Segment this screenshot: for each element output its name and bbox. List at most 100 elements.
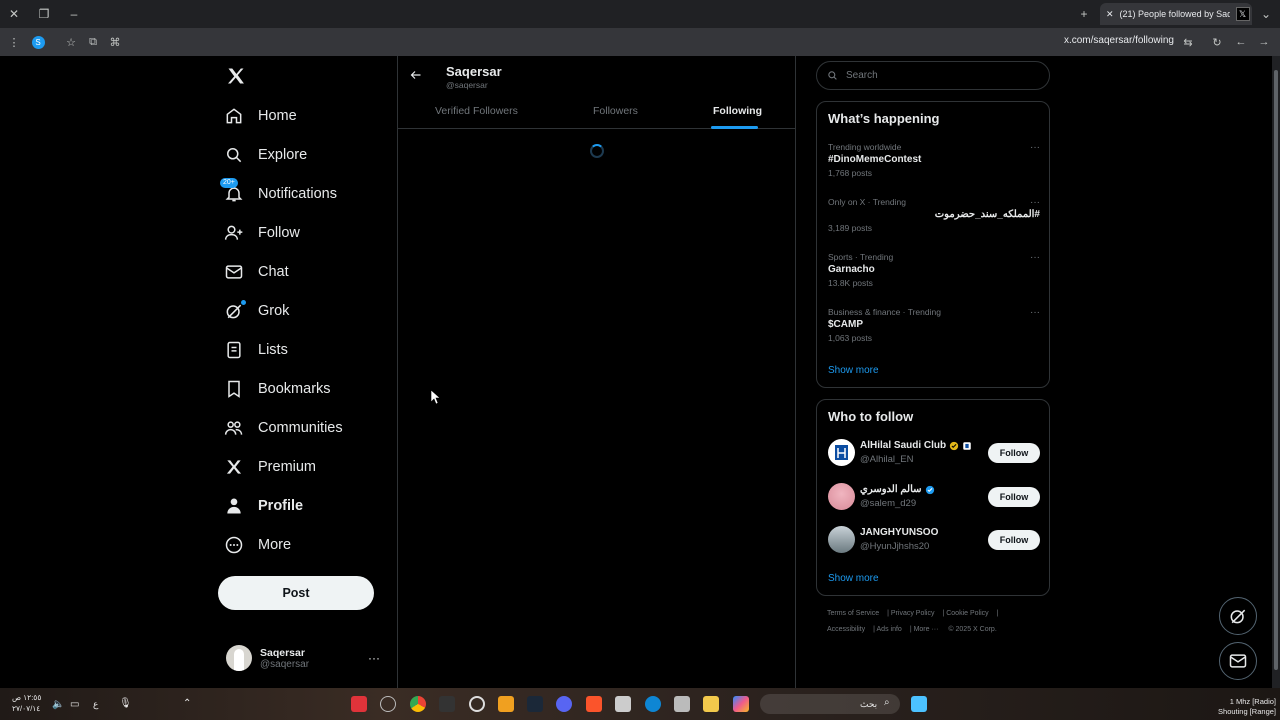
trend-item[interactable]: Business & finance · Trending $CAMP 1,06… — [828, 307, 1040, 343]
footer-link[interactable]: Privacy Policy — [891, 610, 935, 617]
grok-fab-button[interactable] — [1219, 597, 1257, 635]
sidebar-item-notifications[interactable]: 20+ Notifications — [220, 177, 337, 211]
more-dots-icon[interactable]: ··· — [1030, 307, 1040, 318]
suggested-account[interactable]: AlHilal Saudi Club @Alhilal_EN Follow — [828, 438, 1040, 468]
site-settings-icon[interactable]: ⇆ — [1180, 34, 1196, 50]
store-icon[interactable] — [674, 696, 690, 712]
sidebar-item-grok[interactable]: Grok — [224, 294, 289, 328]
menu-kebab-icon[interactable]: ⋮ — [6, 34, 22, 50]
search-icon — [827, 70, 838, 81]
sidebar-item-chat[interactable]: Chat — [224, 255, 289, 289]
grok-icon — [224, 300, 246, 321]
more-dots-icon[interactable]: ··· — [1030, 252, 1040, 263]
people-icon — [224, 418, 244, 438]
taskbar-search[interactable]: بحث ⌕ — [760, 694, 900, 714]
app-icon[interactable] — [439, 696, 455, 712]
sidebar-item-bookmarks[interactable]: Bookmarks — [224, 372, 331, 406]
sidebar-item-lists[interactable]: Lists — [224, 333, 288, 367]
suggested-account[interactable]: سالم الدوسري @salem_d29 Follow — [828, 482, 1040, 512]
back-icon[interactable]: → — [1256, 34, 1272, 50]
sidebar-item-label: Notifications — [258, 186, 337, 202]
clock-time[interactable]: ١٢:٥٥ ص — [12, 693, 41, 702]
back-arrow-icon[interactable] — [410, 69, 422, 81]
sidebar-item-more[interactable]: More — [224, 528, 291, 562]
sidebar-item-communities[interactable]: Communities — [224, 411, 343, 445]
tab-search-icon[interactable]: ⌄ — [1258, 6, 1274, 22]
x-logo-icon[interactable] — [226, 66, 248, 88]
folder-icon[interactable] — [703, 696, 719, 712]
trend-item[interactable]: Only on X · Trending #المملكه_سند_حضرموت… — [828, 197, 1040, 233]
follow-button[interactable]: Follow — [988, 530, 1040, 550]
chevron-up-icon[interactable]: ⌃ — [183, 698, 191, 709]
network-icon[interactable]: ▭ — [70, 699, 79, 710]
page-scrollbar[interactable] — [1272, 56, 1280, 688]
footer-link[interactable]: Accessibility — [827, 626, 865, 633]
reload-icon[interactable]: ↻ — [1209, 34, 1225, 50]
footer-link[interactable]: Cookie Policy — [946, 610, 988, 617]
envelope-icon — [1228, 651, 1248, 671]
follow-button[interactable]: Follow — [988, 487, 1040, 507]
account-switcher[interactable]: Saqersar @saqersar ··· — [226, 641, 386, 675]
new-tab-icon[interactable]: + — [1076, 6, 1092, 22]
copilot-icon[interactable] — [733, 696, 749, 712]
trend-item[interactable]: Trending worldwide #DinoMemeContest 1,76… — [828, 142, 1040, 178]
messages-fab-button[interactable] — [1219, 642, 1257, 680]
discord-icon[interactable] — [556, 696, 572, 712]
microphone-icon[interactable]: 🎙 — [119, 698, 132, 709]
trend-meta: Business & finance · Trending — [828, 307, 941, 317]
app-icon[interactable] — [351, 696, 367, 712]
bookmark-star-icon[interactable]: ☆ — [63, 34, 79, 50]
address-url[interactable]: x.com/saqersar/following — [1064, 35, 1174, 46]
profile-icon[interactable]: S — [30, 34, 46, 50]
translate-icon[interactable]: ⌘ — [107, 34, 123, 50]
close-window-icon[interactable]: ✕ — [6, 6, 22, 22]
sidebar-item-premium[interactable]: Premium — [224, 450, 316, 484]
footer-link[interactable]: Ads info — [877, 626, 902, 633]
windows-start-icon[interactable] — [911, 696, 927, 712]
verified-gold-icon — [949, 441, 959, 450]
footer-link[interactable]: Terms of Service — [827, 610, 879, 617]
show-more-link[interactable]: Show more — [828, 365, 879, 376]
edge-icon[interactable] — [645, 696, 661, 712]
tab-verified-followers[interactable]: Verified Followers — [435, 105, 518, 117]
clock-date[interactable]: ٢٧/٠٧/١٤ — [12, 704, 40, 713]
chrome-icon[interactable] — [410, 696, 426, 712]
more-dots-icon[interactable]: ··· — [1030, 197, 1040, 208]
tab-following[interactable]: Following — [713, 105, 762, 117]
app-icon[interactable] — [469, 696, 485, 712]
app-icon[interactable] — [498, 696, 514, 712]
tab-followers[interactable]: Followers — [593, 105, 638, 117]
close-tab-icon[interactable]: ✕ — [1106, 9, 1114, 20]
forward-icon[interactable]: ← — [1233, 34, 1249, 50]
sidebar-item-profile[interactable]: Profile — [224, 489, 303, 523]
sidebar-item-label: More — [258, 537, 292, 553]
browser-tab[interactable]: ✕ (21) People followed by Saqersar 𝕏 — [1100, 3, 1252, 25]
minimize-window-icon[interactable]: – — [66, 6, 82, 22]
cast-icon[interactable]: ⧉ — [85, 34, 101, 50]
sidebar-item-follow[interactable]: Follow — [224, 216, 300, 250]
sidebar-item-explore[interactable]: Explore — [224, 138, 307, 172]
show-more-link[interactable]: Show more — [828, 573, 879, 584]
account-name: Saqersar — [260, 646, 305, 659]
suggested-account[interactable]: JANGHYUNSOO @HyunJjhshs20 Follow — [828, 525, 1040, 555]
more-dots-icon[interactable]: ··· — [1030, 142, 1040, 153]
trend-item[interactable]: Sports · Trending Garnacho 13.8K posts ·… — [828, 252, 1040, 288]
steam-icon[interactable] — [527, 696, 543, 712]
sidebar-item-home[interactable]: Home — [224, 99, 297, 133]
more-dots-icon[interactable]: ··· — [368, 651, 380, 665]
app-icon[interactable] — [380, 696, 396, 712]
brave-icon[interactable] — [586, 696, 602, 712]
follow-button[interactable]: Follow — [988, 443, 1040, 463]
volume-icon[interactable]: 🔈 — [52, 699, 64, 710]
trend-name: #المملكه_سند_حضرموت — [934, 209, 1040, 220]
grok-icon — [1228, 606, 1248, 626]
search-input[interactable] — [846, 70, 1026, 81]
language-indicator[interactable]: ع — [93, 699, 98, 710]
footer-link[interactable]: More ··· — [914, 626, 939, 633]
search-bar[interactable] — [816, 61, 1050, 90]
restore-window-icon[interactable]: ❐ — [36, 6, 52, 22]
app-icon[interactable] — [615, 696, 631, 712]
who-to-follow-panel: Who to follow AlHilal Saudi Club @Alhila… — [816, 399, 1050, 596]
post-button[interactable]: Post — [218, 576, 374, 610]
active-tab-indicator — [711, 126, 758, 129]
